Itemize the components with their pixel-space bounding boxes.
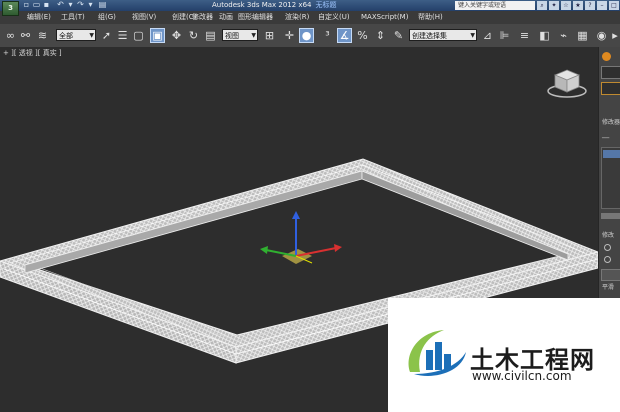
reference-coordinate-value: 视图: [225, 32, 239, 40]
menu-modifiers-label[interactable]: 修改器: [192, 11, 213, 24]
menu-animation[interactable]: 动画: [219, 11, 233, 24]
help-icon[interactable]: ?: [585, 1, 595, 10]
reference-coordinate-dropdown[interactable]: 视图 ▼: [222, 29, 258, 41]
edit-named-selection-icon[interactable]: ✎: [391, 28, 406, 43]
select-and-manipulate-icon[interactable]: ✛: [282, 28, 297, 43]
modifier-stack-selected-item[interactable]: [603, 150, 620, 158]
title-bar: 3 ▫ ▭ ▪ ↶ ▾ ↷ ▾ ▤ Autodesk 3ds Max 2012 …: [0, 0, 620, 16]
modifier-stack-list[interactable]: [601, 147, 620, 209]
gizmo-x-arrow-icon: [334, 244, 342, 252]
render-setup-icon[interactable]: ◉: [594, 28, 609, 43]
app-title: Autodesk 3ds Max 2012 x64: [212, 1, 312, 9]
window-title: Autodesk 3ds Max 2012 x64 无标题: [212, 0, 336, 10]
select-and-link-icon[interactable]: ∞: [3, 28, 18, 43]
menu-maxscript[interactable]: MAXScript(M): [361, 11, 408, 24]
menu-rendering[interactable]: 渲染(R): [285, 11, 309, 24]
object-color-swatch[interactable]: [601, 82, 620, 95]
select-and-rotate-icon[interactable]: ↻: [186, 28, 201, 43]
redo-dropdown-icon[interactable]: ▾: [86, 0, 95, 10]
menu-graph-editors[interactable]: 图形编辑器: [238, 11, 273, 24]
menu-customize[interactable]: 自定义(U): [318, 11, 350, 24]
graphite-modeling-tools-icon[interactable]: ◧: [537, 28, 552, 43]
layer-manager-icon[interactable]: ≡: [517, 28, 532, 43]
select-object-icon[interactable]: ➚: [99, 28, 114, 43]
menu-help[interactable]: 帮助(H): [418, 11, 443, 24]
select-and-move-icon[interactable]: ✥: [169, 28, 184, 43]
unlink-selection-icon[interactable]: ⚯: [18, 28, 33, 43]
keyboard-shortcut-override-icon[interactable]: ●: [299, 28, 314, 43]
open-file-icon[interactable]: ▭: [32, 0, 41, 10]
undo-icon[interactable]: ↶: [56, 0, 65, 10]
modifier-list-label[interactable]: 修改器列表: [602, 117, 620, 126]
rectangular-selection-icon[interactable]: ▢: [131, 28, 146, 43]
radio-option-2[interactable]: [604, 256, 611, 263]
main-toolbar: ∞ ⚯ ≋ 全部 ▼ ➚ ☰ ▢ ▣ ✥ ↻ ▤ 视图 ▼ ⊞ ✛ ● ³ ∡ …: [0, 24, 620, 48]
app-logo-icon[interactable]: 3: [2, 1, 19, 16]
new-file-icon[interactable]: ▫: [22, 0, 31, 10]
curve-editor-icon[interactable]: ⌁: [556, 28, 571, 43]
bind-space-warp-icon[interactable]: ≋: [35, 28, 50, 43]
snaps-toggle-icon[interactable]: ³: [320, 28, 335, 43]
watermark-url: www.civilcn.com: [472, 369, 572, 383]
menu-views[interactable]: 视图(V): [132, 11, 156, 24]
subscription-icon[interactable]: ✦: [549, 1, 559, 10]
viewcube-icon[interactable]: [545, 62, 589, 102]
menu-edit[interactable]: 编辑(E): [27, 11, 51, 24]
communication-icon[interactable]: ☆: [561, 1, 571, 10]
align-icon[interactable]: ⊫: [497, 28, 512, 43]
menu-tools[interactable]: 工具(T): [61, 11, 85, 24]
transform-gizmo[interactable]: [260, 211, 342, 264]
document-name: 无标题: [315, 1, 337, 9]
material-editor-icon[interactable]: ▦: [575, 28, 590, 43]
select-and-scale-icon[interactable]: ▤: [203, 28, 218, 43]
chevron-down-icon: ▼: [89, 32, 94, 39]
menu-bar: 编辑(E) 工具(T) 组(G) 视图(V) 创建(C) 修改器 修改器 动画 …: [0, 11, 620, 25]
search-icon[interactable]: ⌕: [537, 1, 547, 10]
civilcn-logo-icon: [408, 330, 466, 376]
menu-group[interactable]: 组(G): [98, 11, 116, 24]
object-name-field[interactable]: [601, 66, 620, 79]
modifier-stack-label: ──: [602, 135, 610, 142]
param-spinner[interactable]: [601, 269, 620, 281]
gizmo-z-arrow-icon: [292, 211, 300, 219]
select-by-name-icon[interactable]: ☰: [115, 28, 130, 43]
param-label: 平滑: [602, 284, 615, 291]
stack-toolbar[interactable]: [601, 213, 620, 219]
save-icon[interactable]: ▪: [42, 0, 51, 10]
percent-snap-icon[interactable]: %: [355, 28, 370, 43]
selection-filter-value: 全部: [59, 32, 73, 40]
angle-snap-icon[interactable]: ∡: [337, 28, 352, 43]
spinner-snap-icon[interactable]: ⇕: [373, 28, 388, 43]
radio-option-1[interactable]: [604, 244, 611, 251]
favorites-icon[interactable]: ★: [573, 1, 583, 10]
help-search-input[interactable]: 键入关键字或短语: [455, 1, 535, 10]
mirror-icon[interactable]: ⊿: [480, 28, 495, 43]
chevron-down-icon: ▼: [251, 32, 256, 39]
sphere-icon[interactable]: [602, 52, 611, 61]
redo-icon[interactable]: ↷: [76, 0, 85, 10]
chevron-down-icon: ▼: [470, 32, 475, 39]
minimize-window-icon[interactable]: –: [597, 1, 607, 10]
rendered-frame-icon[interactable]: ▸: [610, 28, 620, 43]
undo-dropdown-icon[interactable]: ▾: [66, 0, 75, 10]
project-folder-icon[interactable]: ▤: [98, 0, 107, 10]
window-crossing-icon[interactable]: ▣: [150, 28, 165, 43]
selection-filter-dropdown[interactable]: 全部 ▼: [56, 29, 96, 41]
pivot-center-icon[interactable]: ⊞: [262, 28, 277, 43]
named-selection-sets-value: 创建选择集: [412, 32, 447, 40]
gizmo-y-arrow-icon: [260, 246, 268, 254]
maximize-window-icon[interactable]: □: [609, 1, 619, 10]
named-selection-sets-dropdown[interactable]: 创建选择集 ▼: [409, 29, 477, 41]
rollout-label[interactable]: 修改: [602, 230, 614, 239]
